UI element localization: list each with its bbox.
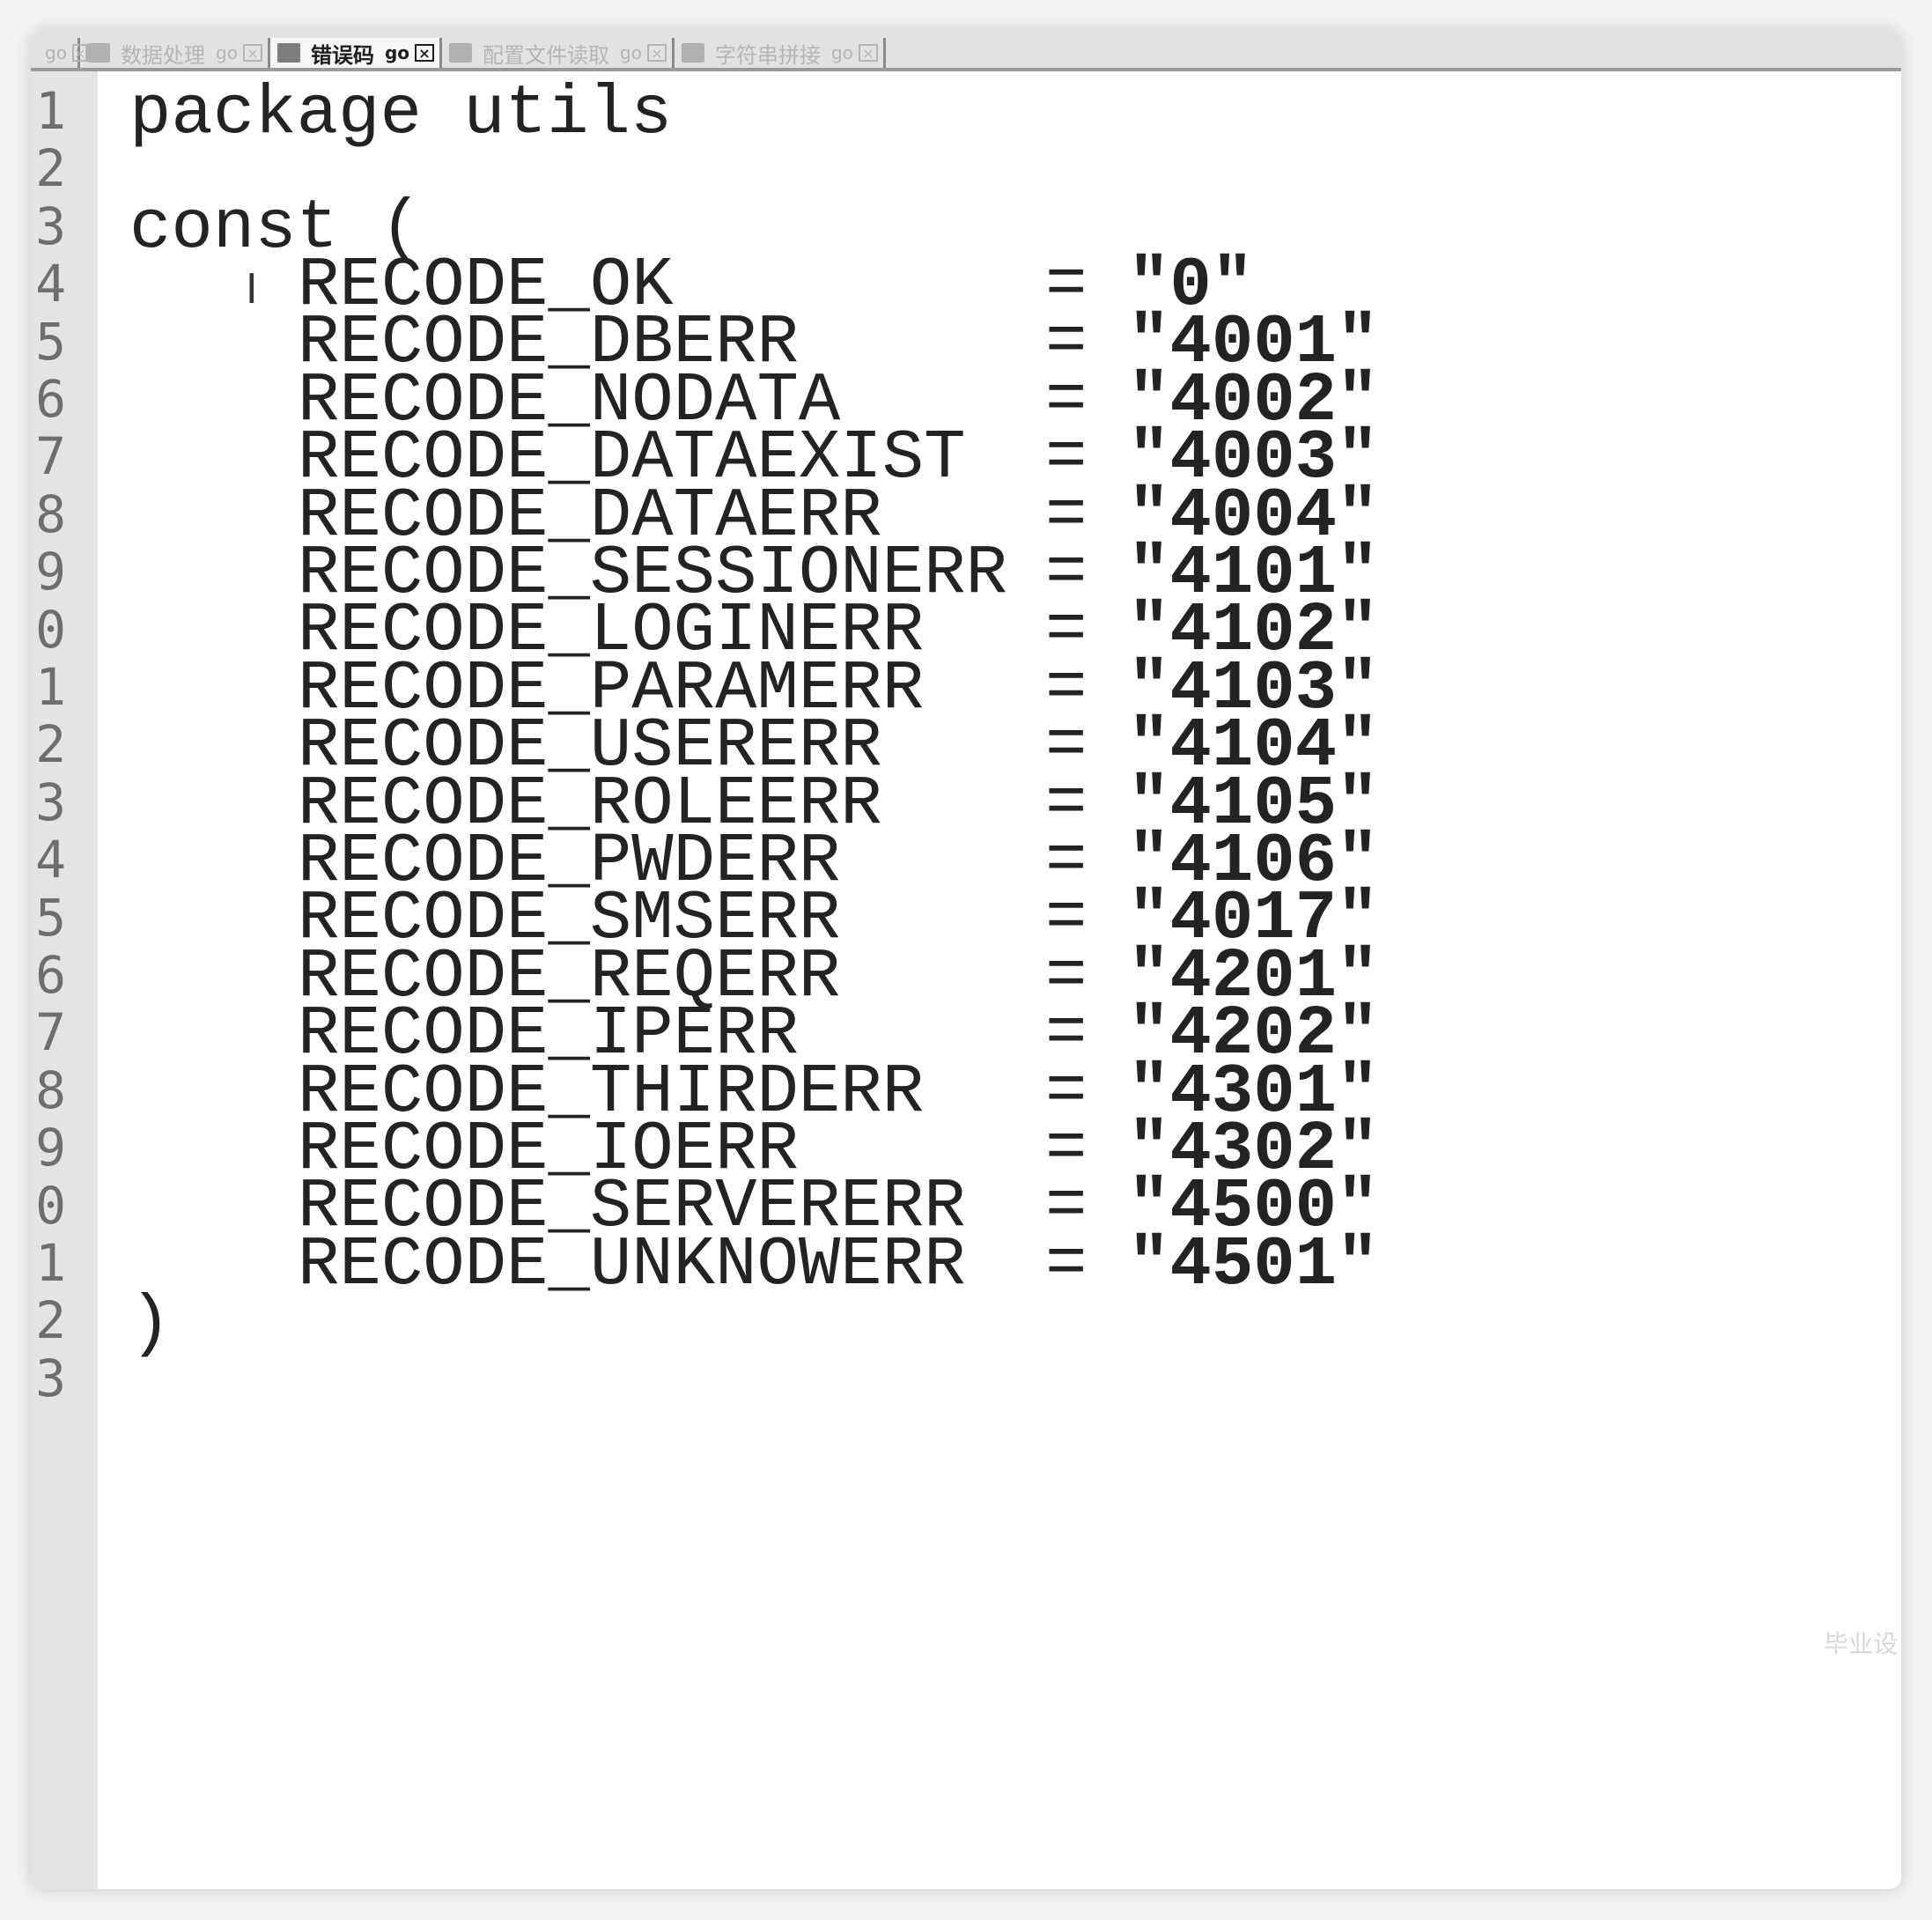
tab-label: 字符串拼接 bbox=[714, 42, 821, 68]
line-number: 1 bbox=[35, 1233, 66, 1293]
file-icon bbox=[449, 43, 472, 63]
line-number: 4 bbox=[35, 830, 66, 890]
tab-0[interactable]: go × bbox=[31, 38, 88, 68]
package-declaration: package utils bbox=[129, 74, 673, 153]
file-icon bbox=[681, 43, 704, 63]
tab-extension: go bbox=[830, 42, 853, 63]
line-number-gutter: 12345678901234567890123 bbox=[31, 71, 98, 1889]
editor-window: go × 数据处理 go × 错误码 go × 配置文件读取 go × 字符串拼接 go × 123456… bbox=[31, 31, 1901, 1889]
tab-3[interactable]: 配置文件读取 go × bbox=[442, 38, 675, 68]
line-number: 8 bbox=[35, 1060, 66, 1120]
tab-1[interactable]: 数据处理 go × bbox=[80, 38, 270, 68]
tab-extension: go bbox=[620, 42, 642, 63]
tab-label: 配置文件读取 bbox=[483, 42, 609, 68]
line-number: 2 bbox=[35, 1290, 66, 1351]
const-block-close: ) bbox=[129, 1284, 172, 1363]
line-number: 9 bbox=[35, 542, 66, 602]
line-number: 3 bbox=[35, 1348, 66, 1408]
tab-extension: go bbox=[216, 42, 238, 63]
tab-4[interactable]: 字符串拼接 go × bbox=[675, 38, 886, 68]
close-tab-icon[interactable]: × bbox=[242, 44, 262, 62]
file-icon bbox=[277, 43, 300, 63]
file-icon bbox=[87, 43, 110, 63]
assign-operator: = bbox=[1045, 1224, 1088, 1304]
tab-extension: go bbox=[384, 42, 409, 63]
line-number: 1 bbox=[35, 657, 66, 717]
line-number: 5 bbox=[35, 887, 66, 948]
tab-bar: go × 数据处理 go × 错误码 go × 配置文件读取 go × 字符串拼接 go × bbox=[31, 31, 1901, 71]
line-number: 6 bbox=[35, 369, 66, 429]
text-cursor-icon: I bbox=[246, 265, 258, 313]
line-number: 8 bbox=[35, 484, 66, 544]
line-number: 6 bbox=[35, 945, 66, 1005]
constant-name: RECODE_UNKNOWERR bbox=[298, 1224, 966, 1304]
tab-2[interactable]: 错误码 go × bbox=[269, 38, 442, 68]
tab-label: 数据处理 bbox=[121, 42, 205, 68]
line-number: 7 bbox=[35, 426, 66, 487]
line-number: 7 bbox=[35, 1002, 66, 1063]
watermark: 毕业设 bbox=[1823, 1629, 1898, 1658]
line-number: 3 bbox=[35, 772, 66, 832]
constant-value: "4501" bbox=[1128, 1224, 1379, 1304]
line-number: 9 bbox=[35, 1118, 66, 1178]
tab-label: 错误码 bbox=[310, 42, 374, 68]
line-number: 3 bbox=[35, 196, 66, 256]
code-area[interactable]: package utils const ( I RECODE_OK = "0" REC… bbox=[98, 71, 1901, 1889]
line-number: 2 bbox=[35, 138, 66, 199]
line-number: 2 bbox=[35, 714, 66, 775]
line-number: 4 bbox=[35, 254, 66, 314]
line-number: 1 bbox=[35, 81, 66, 141]
close-tab-icon[interactable]: × bbox=[646, 44, 667, 62]
line-number: 0 bbox=[35, 599, 66, 660]
close-tab-icon[interactable]: × bbox=[858, 44, 878, 62]
close-tab-icon[interactable]: × bbox=[415, 44, 434, 62]
line-number: 5 bbox=[35, 311, 66, 372]
line-number: 0 bbox=[35, 1175, 66, 1236]
tab-extension: go bbox=[45, 42, 67, 63]
